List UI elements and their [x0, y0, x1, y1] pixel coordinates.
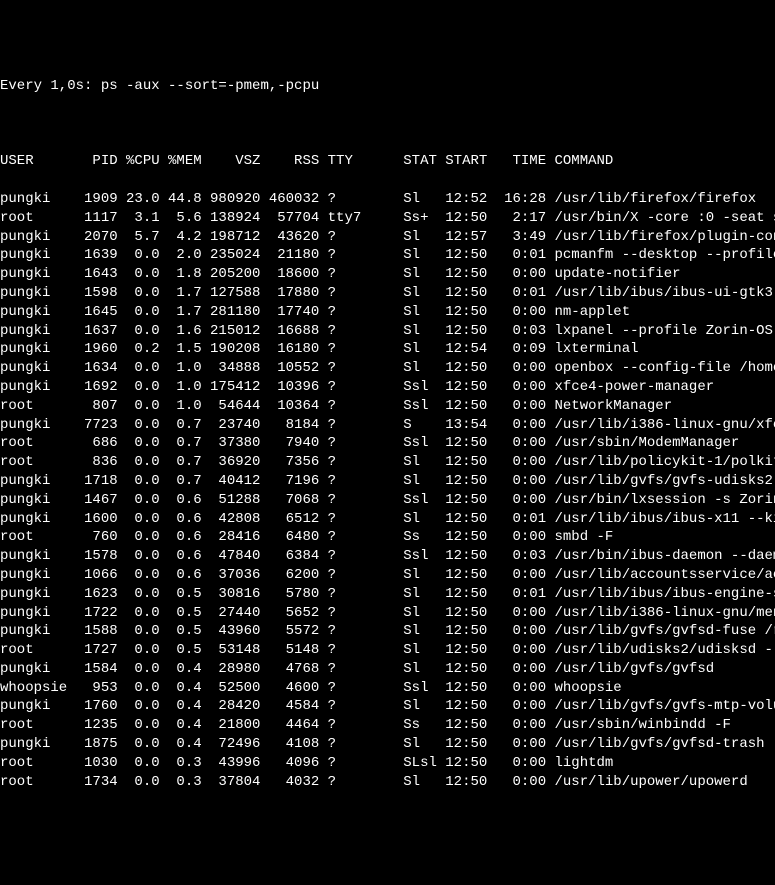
process-row: root 760 0.0 0.6 28416 6480 ? Ss 12:50 0… — [0, 528, 775, 547]
process-row: pungki 1639 0.0 2.0 235024 21180 ? Sl 12… — [0, 246, 775, 265]
process-row: pungki 1600 0.0 0.6 42808 6512 ? Sl 12:5… — [0, 510, 775, 529]
watch-header-line: Every 1,0s: ps -aux --sort=-pmem,-pcpu — [0, 77, 775, 96]
process-row: pungki 2070 5.7 4.2 198712 43620 ? Sl 12… — [0, 228, 775, 247]
process-row: root 686 0.0 0.7 37380 7940 ? Ssl 12:50 … — [0, 434, 775, 453]
process-row: pungki 1623 0.0 0.5 30816 5780 ? Sl 12:5… — [0, 585, 775, 604]
process-row: root 1030 0.0 0.3 43996 4096 ? SLsl 12:5… — [0, 754, 775, 773]
process-row: pungki 1692 0.0 1.0 175412 10396 ? Ssl 1… — [0, 378, 775, 397]
process-row: pungki 1909 23.0 44.8 980920 460032 ? Sl… — [0, 190, 775, 209]
process-row: pungki 1588 0.0 0.5 43960 5572 ? Sl 12:5… — [0, 622, 775, 641]
blank-line — [0, 115, 775, 134]
process-row: pungki 1634 0.0 1.0 34888 10552 ? Sl 12:… — [0, 359, 775, 378]
process-row: root 1235 0.0 0.4 21800 4464 ? Ss 12:50 … — [0, 716, 775, 735]
process-row: pungki 1718 0.0 0.7 40412 7196 ? Sl 12:5… — [0, 472, 775, 491]
column-header-line: USER PID %CPU %MEM VSZ RSS TTY STAT STAR… — [0, 152, 775, 171]
process-row: whoopsie 953 0.0 0.4 52500 4600 ? Ssl 12… — [0, 679, 775, 698]
process-row: pungki 7723 0.0 0.7 23740 8184 ? S 13:54… — [0, 416, 775, 435]
process-row: pungki 1584 0.0 0.4 28980 4768 ? Sl 12:5… — [0, 660, 775, 679]
process-row: pungki 1960 0.2 1.5 190208 16180 ? Sl 12… — [0, 340, 775, 359]
process-row: root 807 0.0 1.0 54644 10364 ? Ssl 12:50… — [0, 397, 775, 416]
process-row: root 1727 0.0 0.5 53148 5148 ? Sl 12:50 … — [0, 641, 775, 660]
process-row: pungki 1598 0.0 1.7 127588 17880 ? Sl 12… — [0, 284, 775, 303]
process-row: pungki 1467 0.0 0.6 51288 7068 ? Ssl 12:… — [0, 491, 775, 510]
process-row: pungki 1875 0.0 0.4 72496 4108 ? Sl 12:5… — [0, 735, 775, 754]
process-row: root 836 0.0 0.7 36920 7356 ? Sl 12:50 0… — [0, 453, 775, 472]
process-row: pungki 1760 0.0 0.4 28420 4584 ? Sl 12:5… — [0, 697, 775, 716]
process-row: pungki 1643 0.0 1.8 205200 18600 ? Sl 12… — [0, 265, 775, 284]
process-row: pungki 1722 0.0 0.5 27440 5652 ? Sl 12:5… — [0, 604, 775, 623]
process-row: pungki 1637 0.0 1.6 215012 16688 ? Sl 12… — [0, 322, 775, 341]
process-row: root 1117 3.1 5.6 138924 57704 tty7 Ss+ … — [0, 209, 775, 228]
process-row: root 1734 0.0 0.3 37804 4032 ? Sl 12:50 … — [0, 773, 775, 792]
process-rows: pungki 1909 23.0 44.8 980920 460032 ? Sl… — [0, 190, 775, 792]
process-row: pungki 1645 0.0 1.7 281180 17740 ? Sl 12… — [0, 303, 775, 322]
process-row: pungki 1066 0.0 0.6 37036 6200 ? Sl 12:5… — [0, 566, 775, 585]
process-row: pungki 1578 0.0 0.6 47840 6384 ? Ssl 12:… — [0, 547, 775, 566]
